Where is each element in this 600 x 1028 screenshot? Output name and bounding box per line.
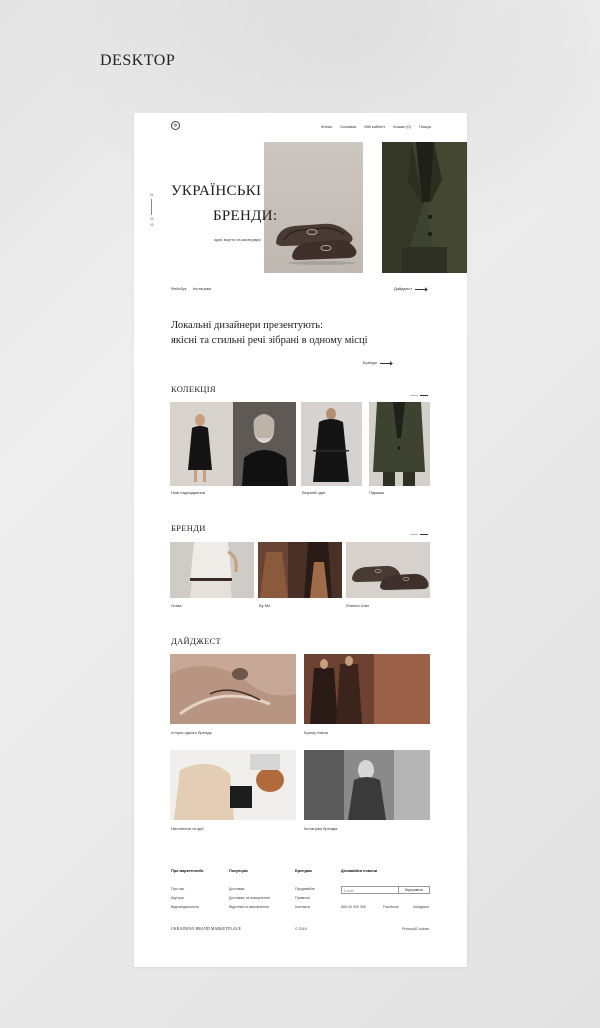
slide-next[interactable]: 02	[150, 217, 154, 221]
footer-link-about-us[interactable]: Про нас	[171, 887, 184, 891]
logo-icon[interactable]: ✲	[171, 121, 180, 130]
newsletter-email-input[interactable]: E-mail	[342, 887, 399, 893]
footer-link-returns[interactable]: Доставка та повернення	[229, 896, 270, 900]
digest-link-label: Дайджест	[394, 286, 413, 291]
footer-phone[interactable]: 800 00 000 300	[341, 905, 366, 909]
brand-card-byme-image[interactable]	[258, 542, 342, 598]
footer-copyright: © 2019	[295, 927, 307, 931]
footer-heading-buyers: Покупцям	[229, 869, 248, 873]
nav-item-cart[interactable]: Кошик (0)	[393, 124, 411, 129]
hero-subtitle: одяг, взуття та аксесуари	[214, 237, 261, 242]
footer-heading-newsletter: Дізнавайся новини	[341, 869, 378, 873]
footer-link-rules[interactable]: Правила	[295, 896, 310, 900]
footer-link-career[interactable]: Кар'єра	[171, 896, 184, 900]
main-nav: Жінки Чоловіки Мій кабінет Кошик (0) Пош…	[321, 124, 431, 129]
slide-progress-line	[151, 199, 153, 215]
footer-brand: UKRAINIAN BRAND MARKETPLACE	[171, 927, 242, 931]
hero-jacket-image	[382, 142, 467, 273]
arrow-right-icon	[415, 288, 428, 290]
collection-caption-new[interactable]: Нові надходження	[171, 490, 205, 495]
collection-title: КОЛЕКЦІЯ	[171, 384, 216, 394]
social-instagram[interactable]: Інстаграм	[193, 286, 211, 291]
brand-card-grass-image[interactable]	[170, 542, 254, 598]
newsletter-submit-button[interactable]: Відправити	[399, 887, 429, 893]
slide-current[interactable]: 01	[150, 193, 154, 197]
digest-card-brand-week-image[interactable]	[304, 654, 430, 724]
intro-line1: Локальні дизайнери презентують:	[171, 320, 323, 331]
hero-title-line1: УКРАЇНСЬКІ	[171, 183, 262, 199]
digest-caption-instagram[interactable]: Інстаграм брендів	[304, 826, 337, 831]
footer-privacy-link[interactable]: Privacy&Cookies	[402, 927, 429, 931]
collection-card-new-image[interactable]	[170, 402, 296, 486]
arrow-right-icon	[379, 362, 392, 364]
pager-segment	[410, 534, 418, 535]
footer-instagram-link[interactable]: Instagram	[413, 905, 429, 909]
website-page: ✲ Жінки Чоловіки Мій кабінет Кошик (0) П…	[134, 113, 467, 967]
pager-segment-active	[420, 395, 428, 396]
footer-heading-brands: Брендам	[295, 869, 312, 873]
nav-item-women[interactable]: Жінки	[321, 124, 332, 129]
digest-caption-story[interactable]: Історія одного бренда	[171, 730, 212, 735]
digest-card-story-image[interactable]	[170, 654, 296, 724]
footer-link-track-order[interactable]: Відстежити замовлення	[229, 905, 269, 909]
nav-item-account[interactable]: Мій кабінет	[364, 124, 385, 129]
collection-card-jackets-image[interactable]	[369, 402, 430, 486]
hero-title-line2: БРЕНДИ:	[213, 208, 278, 224]
pager-segment	[410, 395, 418, 396]
brand-caption-grass[interactable]: Grass	[171, 603, 182, 608]
collection-caption-jackets[interactable]: Піджаки	[369, 490, 384, 495]
collection-caption-outerwear[interactable]: Верхній одяг	[302, 490, 326, 495]
showcase-title: DESKTOP	[100, 52, 176, 69]
social-facebook[interactable]: Фейсбук	[171, 286, 186, 291]
brands-pager[interactable]	[410, 534, 428, 535]
footer-link-sell[interactable]: Продавайте	[295, 887, 315, 891]
footer-heading-about: Про маркетплейс	[171, 869, 204, 873]
digest-caption-brand-week[interactable]: Бренд тижня	[304, 730, 328, 735]
brands-title: БРЕНДИ	[171, 523, 206, 533]
brand-caption-byme[interactable]: By Me	[259, 603, 270, 608]
digest-link[interactable]: Дайджест	[394, 286, 428, 291]
brand-card-zhanna-image[interactable]	[346, 542, 430, 598]
nav-item-search[interactable]: Пошук	[419, 124, 431, 129]
brands-link-label: Бренди	[363, 360, 377, 365]
digest-title: ДАЙДЖЕСТ	[171, 636, 221, 646]
digest-card-inspiration-image[interactable]	[170, 750, 296, 820]
digest-caption-inspiration[interactable]: Натхнення та ідеї	[171, 826, 204, 831]
collection-card-outerwear-image[interactable]	[301, 402, 362, 486]
footer-link-delivery[interactable]: Доставка	[229, 887, 244, 891]
brands-link[interactable]: Бренди	[363, 360, 392, 365]
newsletter-form: E-mail Відправити	[341, 886, 430, 894]
hero-shoe-image	[264, 142, 363, 273]
intro-line2: якісні та стильні речі зібрані в одному …	[171, 335, 368, 346]
hero-slider-indicator[interactable]: 01 02 03	[150, 193, 154, 227]
footer-facebook-link[interactable]: Facebook	[383, 905, 399, 909]
nav-item-men[interactable]: Чоловіки	[340, 124, 356, 129]
footer-link-contacts[interactable]: Контакти	[295, 905, 310, 909]
pager-segment-active	[420, 534, 428, 535]
collection-pager[interactable]	[410, 395, 428, 396]
slide-last[interactable]: 03	[150, 223, 154, 227]
footer-link-responsibility[interactable]: Відповідальність	[171, 905, 199, 909]
digest-card-instagram-image[interactable]	[304, 750, 430, 820]
brand-caption-zhanna[interactable]: Zhanna Uder	[346, 603, 369, 608]
